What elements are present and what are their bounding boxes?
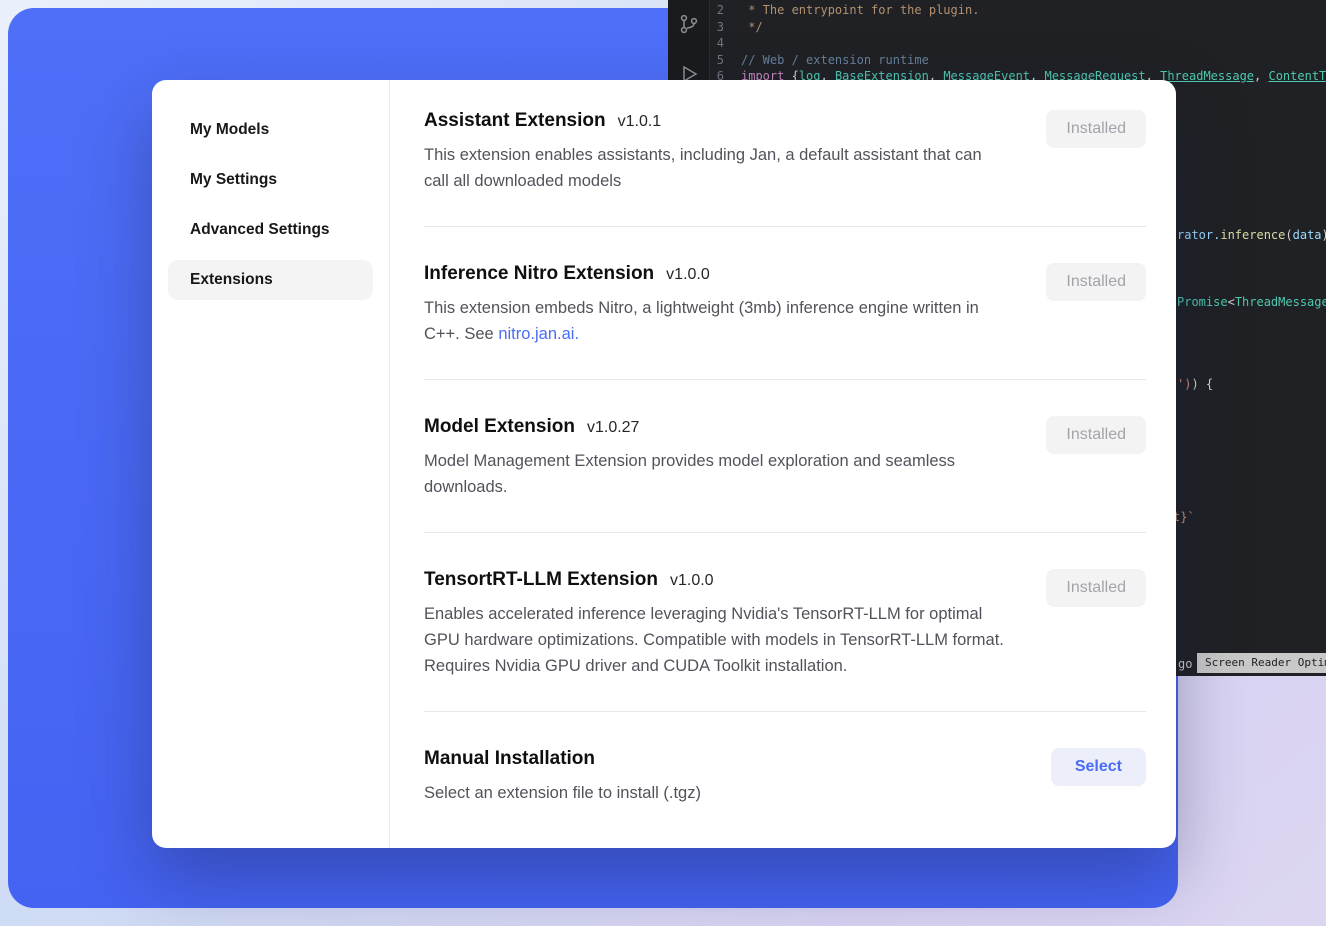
installed-button[interactable]: Installed xyxy=(1046,569,1146,607)
sidebar-item-extensions[interactable]: Extensions xyxy=(168,260,373,300)
extension-version: v1.0.0 xyxy=(666,266,710,284)
extension-description: This extension embeds Nitro, a lightweig… xyxy=(424,295,1004,347)
code-block: 2 * The entrypoint for the plugin.3 */45… xyxy=(710,2,1326,85)
settings-sidebar: My Models My Settings Advanced Settings … xyxy=(152,80,390,848)
extension-description: Enables accelerated inference leveraging… xyxy=(424,601,1004,679)
extension-title: Assistant Extension xyxy=(424,110,606,132)
extension-version: v1.0.0 xyxy=(670,572,714,590)
extension-version: v1.0.1 xyxy=(618,113,662,131)
select-file-button[interactable]: Select xyxy=(1051,748,1146,786)
extension-title: Manual Installation xyxy=(424,748,595,770)
extension-title: Model Extension xyxy=(424,416,575,438)
status-bar-text: go xyxy=(1178,657,1192,671)
settings-modal: My Models My Settings Advanced Settings … xyxy=(152,80,1176,848)
extension-description: This extension enables assistants, inclu… xyxy=(424,142,1004,194)
screen-reader-notice[interactable]: Screen Reader Optimize xyxy=(1197,653,1326,673)
extension-title: Inference Nitro Extension xyxy=(424,263,654,285)
code-line: 3 */ xyxy=(710,19,1326,36)
extension-title: TensortRT-LLM Extension xyxy=(424,569,658,591)
code-fragment: ')) { xyxy=(1177,377,1213,391)
nitro-jan-ai-link[interactable]: nitro.jan.ai. xyxy=(498,325,579,343)
extension-row-manual-install: Manual Installation Select an extension … xyxy=(424,712,1146,838)
installed-button[interactable]: Installed xyxy=(1046,110,1146,148)
installed-button[interactable]: Installed xyxy=(1046,263,1146,301)
code-line: 2 * The entrypoint for the plugin. xyxy=(710,2,1326,19)
code-fragment: t}` xyxy=(1173,510,1195,524)
extensions-list: Assistant Extension v1.0.1 This extensio… xyxy=(390,80,1176,848)
extension-version: v1.0.27 xyxy=(587,419,639,437)
extension-description: Select an extension file to install (.tg… xyxy=(424,780,701,806)
code-line: 4 xyxy=(710,35,1326,52)
sidebar-item-my-settings[interactable]: My Settings xyxy=(168,160,373,200)
extension-row-assistant: Assistant Extension v1.0.1 This extensio… xyxy=(424,110,1146,227)
extension-row-model: Model Extension v1.0.27 Model Management… xyxy=(424,380,1146,533)
sidebar-item-my-models[interactable]: My Models xyxy=(168,110,373,150)
code-line: 5// Web / extension runtime xyxy=(710,52,1326,69)
page: 2 * The entrypoint for the plugin.3 */45… xyxy=(0,0,1326,926)
extension-description: Model Management Extension provides mode… xyxy=(424,448,1004,500)
code-fragment: Promise<ThreadMessage> xyxy=(1177,295,1326,309)
extension-row-nitro: Inference Nitro Extension v1.0.0 This ex… xyxy=(424,227,1146,380)
source-control-icon[interactable] xyxy=(677,12,701,36)
code-fragment: rator.inference(data)); xyxy=(1177,228,1326,242)
sidebar-item-advanced-settings[interactable]: Advanced Settings xyxy=(168,210,373,250)
extension-row-tensorrt: TensortRT-LLM Extension v1.0.0 Enables a… xyxy=(424,533,1146,712)
installed-button[interactable]: Installed xyxy=(1046,416,1146,454)
